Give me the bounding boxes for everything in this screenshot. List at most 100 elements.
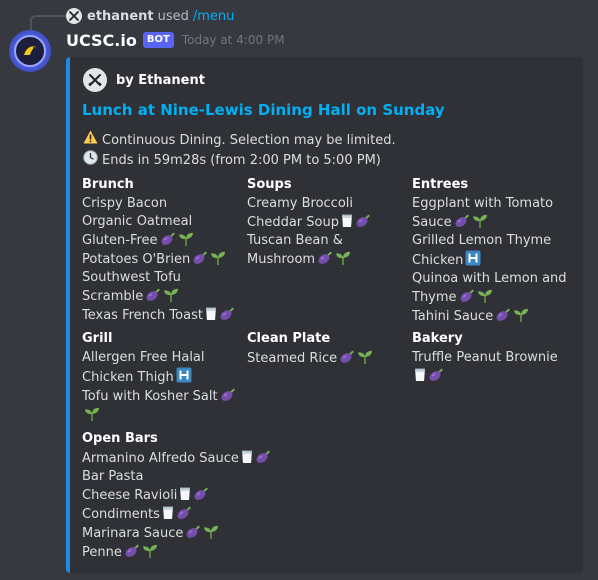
seedling-icon [333, 251, 351, 267]
message-header: UCSC.io BOT Today at 4:00 PM [66, 30, 285, 50]
milk-icon [160, 506, 174, 522]
seedling-icon [355, 350, 373, 366]
eggplant-icon [191, 487, 209, 503]
menu-item-label: Steamed Rice [247, 351, 338, 366]
user-avatar[interactable] [66, 8, 82, 24]
menu-field: Entrees Eggplant with Tomato Sauce Grilled… [412, 176, 570, 326]
seedling-icon [511, 308, 529, 324]
milk-icon [239, 450, 253, 466]
eggplant-icon [218, 388, 236, 404]
menu-item: Steamed Rice [247, 349, 405, 368]
menu-field: Open Bars Armanino Alfredo Sauce Bar Pasta… [82, 430, 302, 562]
warning-icon [82, 130, 98, 150]
milk-icon [203, 307, 217, 323]
menu-field: Grill Allergen Free Halal Chicken Thigh To… [82, 330, 240, 425]
menu-item-label: Creamy Broccoli Cheddar Soup [247, 196, 353, 230]
reply-used-text: used [157, 8, 189, 24]
menu-item: Organic Oatmeal Gluten-Free [82, 213, 240, 250]
menu-item: Marinara Sauce [82, 524, 302, 543]
menu-item: Quinoa with Lemon and Thyme [412, 270, 570, 307]
menu-item-label: Condiments [82, 507, 160, 522]
menu-item: Condiments [82, 505, 302, 524]
menu-item-label: Tahini Sauce [412, 309, 494, 324]
seedling-icon [140, 544, 158, 560]
menu-item: Bar Pasta [82, 468, 302, 486]
seedling-icon [208, 251, 226, 267]
embed-author-name: by Ethanent [116, 72, 205, 88]
menu-item: Southwest Tofu Scramble [82, 269, 240, 306]
reply-username[interactable]: ethanent [87, 9, 154, 24]
eggplant-icon [174, 506, 192, 522]
menu-item-label: Penne [82, 545, 122, 560]
eggplant-icon [122, 544, 140, 560]
eggplant-icon [457, 289, 475, 305]
seedling-icon [176, 232, 194, 248]
embed-author: by Ethanent [83, 68, 205, 92]
menu-item: Armanino Alfredo Sauce [82, 449, 302, 468]
halal-icon [463, 250, 481, 268]
banana-slug-icon [24, 46, 36, 55]
menu-item-label: Truffle Peanut Brownie [412, 350, 558, 365]
eggplant-icon [452, 214, 470, 230]
menu-field-name: Entrees [412, 177, 469, 192]
menu-field-name: Clean Plate [247, 331, 331, 346]
menu-item-label: Potatoes O'Brien [82, 252, 191, 267]
eggplant-icon [158, 232, 176, 248]
bot-avatar[interactable] [9, 30, 51, 72]
reply-connector [30, 15, 66, 31]
milk-icon [339, 214, 353, 230]
embed-description: Continuous Dining. Selection may be limi… [82, 130, 396, 171]
menu-field-name: Brunch [82, 177, 134, 192]
swords-icon [88, 74, 102, 86]
halal-icon [174, 367, 192, 385]
author-icon [83, 68, 107, 92]
menu-field-name: Bakery [412, 331, 463, 346]
message-timestamp[interactable]: Today at 4:00 PM [182, 33, 285, 47]
clock-icon [82, 150, 98, 171]
meal-end-time: Ends in 59m28s (from 2:00 PM to 5:00 PM) [102, 153, 381, 168]
menu-item: Truffle Peanut Brownie [412, 349, 570, 386]
menu-field: Bakery Truffle Peanut Brownie [412, 330, 570, 386]
eggplant-icon [217, 307, 235, 323]
eggplant-icon [183, 525, 201, 541]
eggplant-icon [337, 350, 355, 366]
menu-item: Cheese Ravioli [82, 486, 302, 505]
menu-item-label: Cheese Ravioli [82, 488, 178, 503]
menu-field: Brunch Crispy Bacon Organic Oatmeal Gluten… [82, 176, 240, 325]
milk-icon [177, 487, 191, 503]
embed-title[interactable]: Lunch at Nine-Lewis Dining Hall on Sunda… [82, 101, 445, 119]
dining-notice: Continuous Dining. Selection may be limi… [102, 132, 396, 148]
seedling-icon [475, 289, 493, 305]
menu-item: Penne [82, 543, 302, 562]
menu-item-label: Crispy Bacon [82, 196, 168, 211]
eggplant-icon [143, 288, 161, 304]
menu-item: Creamy Broccoli Cheddar Soup [247, 195, 405, 232]
menu-item: Tahini Sauce [412, 307, 570, 326]
menu-field-name: Soups [247, 177, 292, 192]
menu-item: Tuscan Bean & Mushroom [247, 232, 405, 269]
bot-username[interactable]: UCSC.io [66, 31, 137, 50]
bot-tag: BOT [142, 32, 174, 48]
menu-item: Potatoes O'Brien [82, 250, 240, 269]
seedling-icon [161, 288, 179, 304]
menu-item-label: Marinara Sauce [82, 526, 184, 541]
slash-command[interactable]: /menu [193, 9, 235, 24]
command-reply-header: ethanent used /menu [66, 7, 234, 25]
menu-item-label: Texas French Toast [82, 308, 203, 323]
milk-icon [412, 368, 426, 384]
eggplant-icon [426, 368, 444, 384]
eggplant-icon [493, 308, 511, 324]
eggplant-icon [353, 214, 371, 230]
menu-item-label: Tofu with Kosher Salt [82, 389, 218, 404]
menu-item: Eggplant with Tomato Sauce [412, 195, 570, 232]
menu-item: Grilled Lemon Thyme Chicken [412, 232, 570, 270]
menu-item-label: Grilled Lemon Thyme Chicken [412, 233, 552, 268]
menu-item: Crispy Bacon [82, 195, 240, 213]
menu-field-name: Grill [82, 331, 113, 346]
eggplant-icon [253, 450, 271, 466]
menu-field: Soups Creamy Broccoli Cheddar Soup Tuscan … [247, 176, 405, 269]
menu-field-name: Open Bars [82, 431, 158, 446]
menu-item: Tofu with Kosher Salt [82, 387, 240, 425]
eggplant-icon [315, 251, 333, 267]
seedling-icon [470, 214, 488, 230]
